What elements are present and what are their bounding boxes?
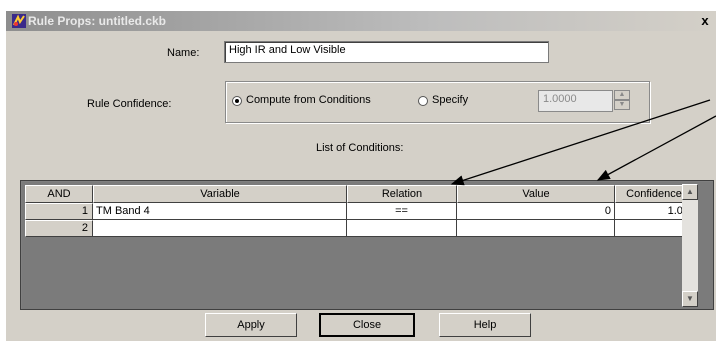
- arrow-to-relation: [450, 99, 711, 186]
- arrow-to-value: [596, 115, 716, 181]
- annotation-arrows: [450, 99, 716, 186]
